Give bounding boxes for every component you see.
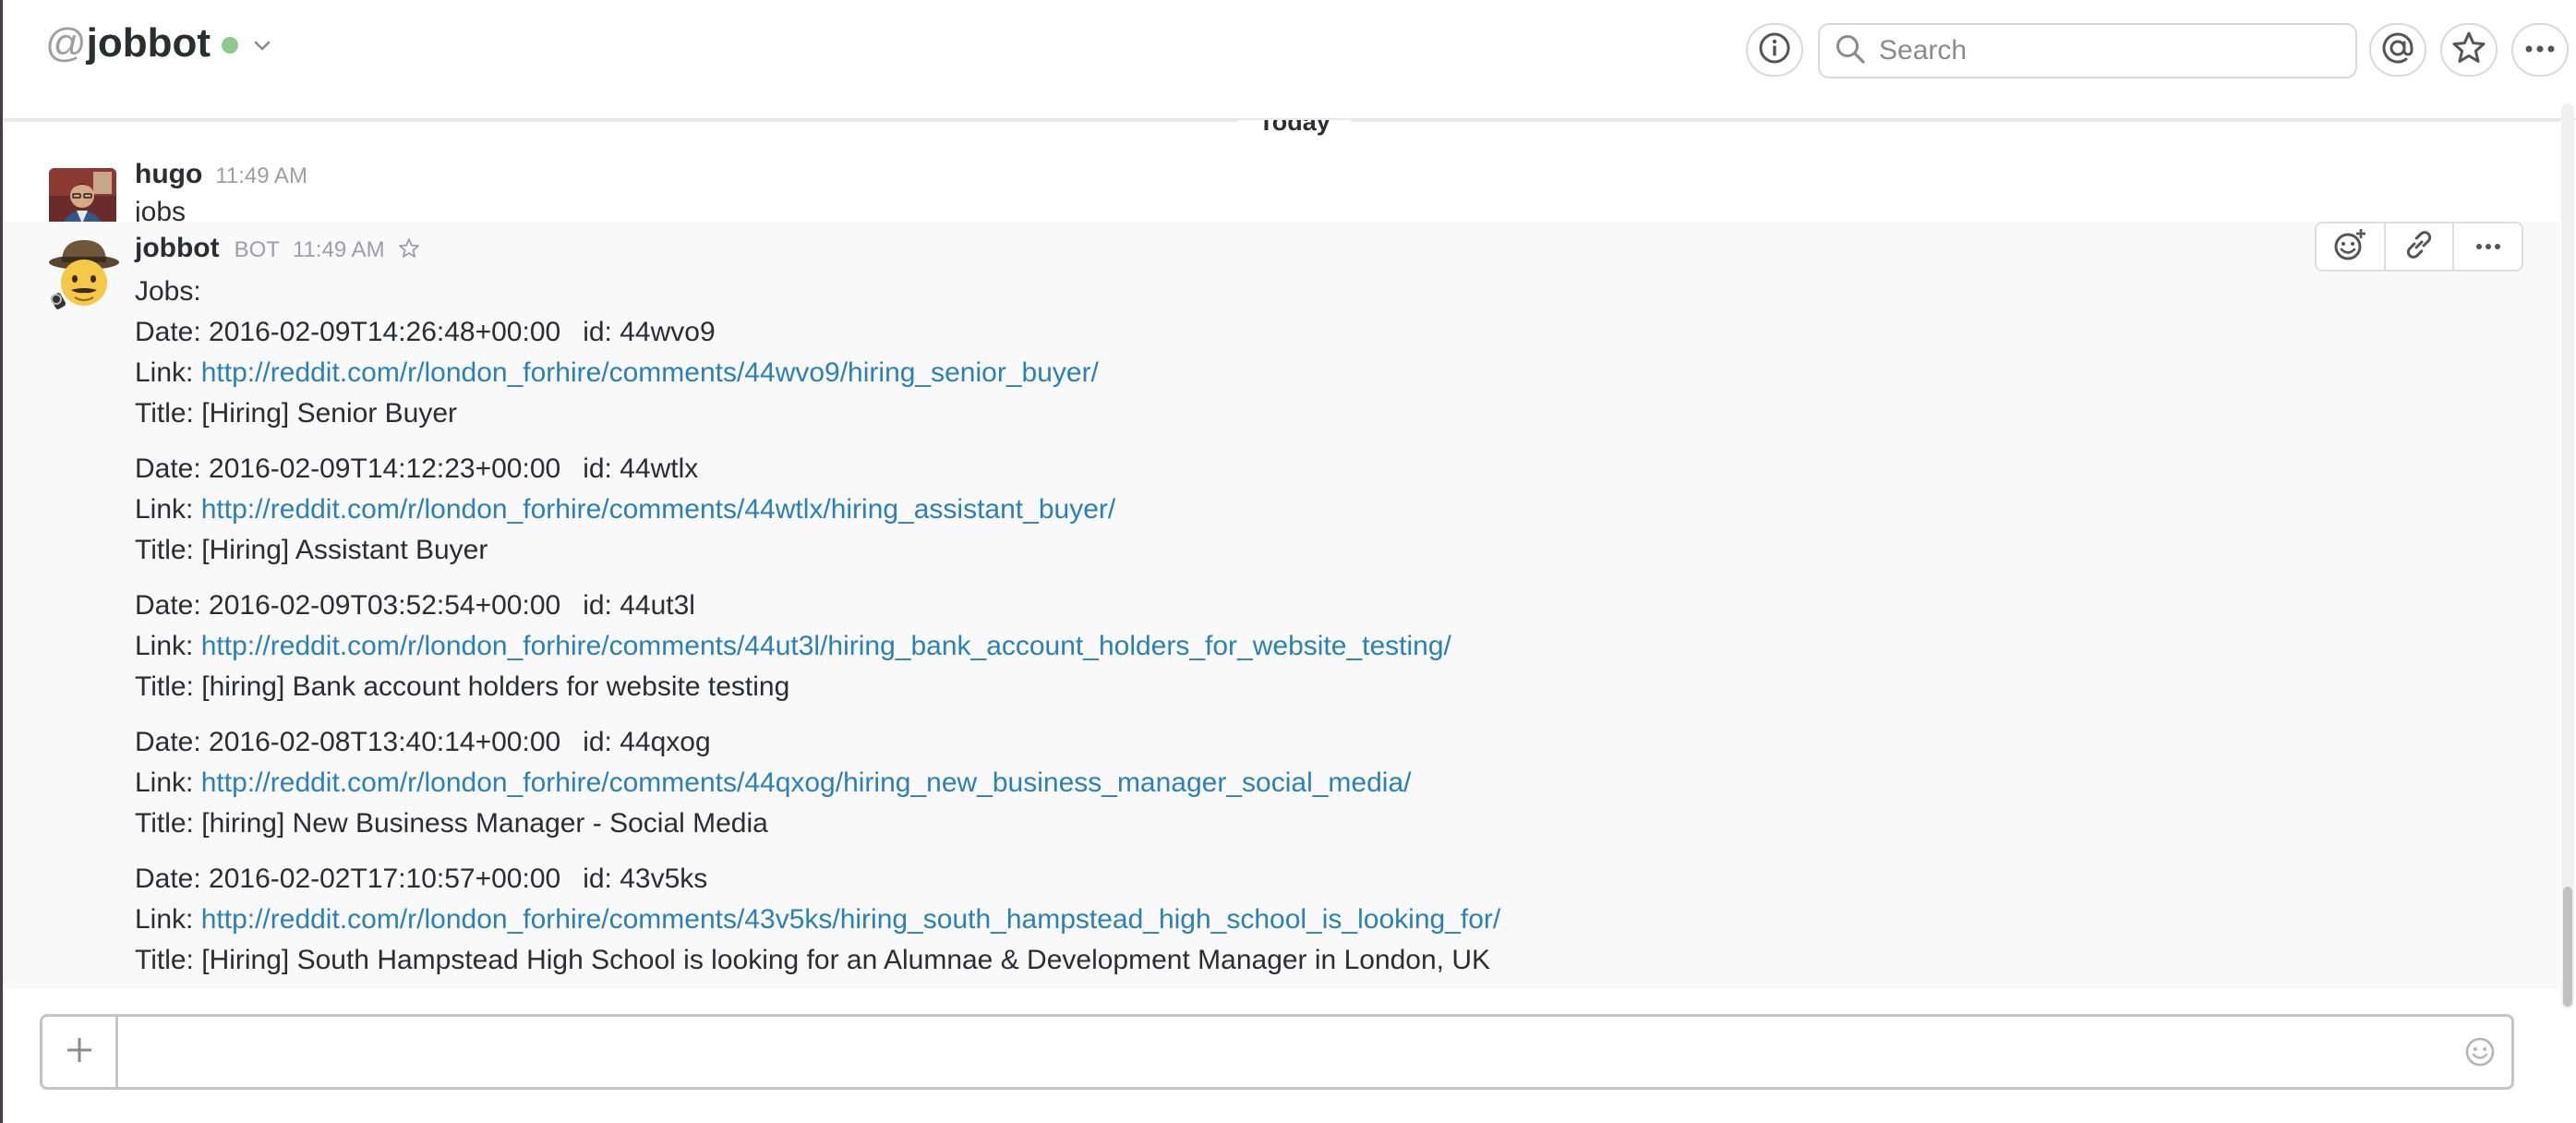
job-link[interactable]: http://reddit.com/r/london_forhire/comme… <box>201 357 1099 388</box>
job-link-prefix: Link: <box>135 357 201 388</box>
job-id: id: 43v5ks <box>583 863 708 894</box>
timestamp[interactable]: 11:49 AM <box>293 237 385 262</box>
message-composer <box>40 1014 2514 1090</box>
search-input[interactable] <box>1879 35 2322 66</box>
mention-icon <box>2379 30 2416 71</box>
job-entry: Date: 2016-02-02T17:10:57+00:00 id: 43v5k… <box>135 859 1500 981</box>
presence-indicator <box>222 37 239 54</box>
bot-badge: BOT <box>234 237 280 262</box>
job-entry: Date: 2016-02-09T03:52:54+00:00 id: 44ut3… <box>135 586 1500 707</box>
timestamp[interactable]: 11:49 AM <box>215 163 307 188</box>
channel-title[interactable]: @ jobbot <box>45 20 271 66</box>
job-title: Title: [hiring] New Business Manager - S… <box>135 808 768 839</box>
scrollbar-track[interactable] <box>2561 103 2574 1008</box>
job-title: Title: [hiring] Bank account holders for… <box>135 671 790 702</box>
job-title: Title: [Hiring] Assistant Buyer <box>135 535 488 565</box>
at-sign: @ <box>45 20 87 66</box>
author-name[interactable]: jobbot <box>135 233 220 263</box>
message: jobbot BOT 11:49 AM Jobs: Date: 2016-02-09… <box>3 222 2560 988</box>
job-link-prefix: Link: <box>135 904 201 935</box>
star-icon <box>2450 30 2487 71</box>
day-divider-label: Today <box>1238 120 1351 140</box>
mentions-button[interactable] <box>2369 23 2426 77</box>
message-actions <box>2315 222 2523 272</box>
search-icon <box>1835 33 1866 69</box>
starred-button[interactable] <box>2440 23 2498 77</box>
day-divider: Today <box>3 120 2560 140</box>
plus-icon <box>65 1035 94 1069</box>
job-date: Date: 2016-02-08T13:40:14+00:00 <box>135 727 561 757</box>
copy-link-button[interactable] <box>2386 223 2455 270</box>
job-id: id: 44ut3l <box>583 590 695 621</box>
job-link[interactable]: http://reddit.com/r/london_forhire/comme… <box>201 631 1451 661</box>
job-id: id: 44qxog <box>583 727 711 757</box>
job-title: Title: [Hiring] South Hampstead High Sch… <box>135 945 1491 975</box>
message-header: hugo 11:49 AM <box>135 159 307 190</box>
channel-name: jobbot <box>86 20 211 66</box>
job-link-prefix: Link: <box>135 494 201 525</box>
job-entry: Date: 2016-02-08T13:40:14+00:00 id: 44qxo… <box>135 722 1500 844</box>
job-date: Date: 2016-02-02T17:10:57+00:00 <box>135 863 561 894</box>
channel-header: @ jobbot <box>3 0 2576 120</box>
job-entry: Date: 2016-02-09T14:12:23+00:00 id: 44wtl… <box>135 449 1500 571</box>
add-reaction-button[interactable] <box>2317 223 2386 270</box>
job-id: id: 44wtlx <box>583 453 699 484</box>
job-link[interactable]: http://reddit.com/r/london_forhire/comme… <box>201 494 1115 525</box>
chevron-down-icon[interactable] <box>253 40 271 57</box>
message-more-button[interactable] <box>2454 223 2522 270</box>
attach-button[interactable] <box>42 1017 118 1087</box>
add-reaction-icon <box>2332 227 2367 267</box>
job-title: Title: [Hiring] Senior Buyer <box>135 398 458 429</box>
jobs-intro: Jobs: <box>135 276 201 307</box>
link-icon <box>2402 228 2436 266</box>
author-name[interactable]: hugo <box>135 159 202 189</box>
job-date: Date: 2016-02-09T14:12:23+00:00 <box>135 453 561 484</box>
info-icon <box>1757 30 1792 70</box>
search-box[interactable] <box>1818 23 2357 78</box>
more-icon <box>2475 238 2501 255</box>
message-header: jobbot BOT 11:49 AM <box>135 233 420 267</box>
job-id: id: 44wvo9 <box>583 317 716 347</box>
scrollbar-thumb[interactable] <box>2563 887 2572 1007</box>
info-button[interactable] <box>1746 23 1803 77</box>
job-date: Date: 2016-02-09T03:52:54+00:00 <box>135 590 561 621</box>
star-icon[interactable] <box>398 235 420 267</box>
more-icon <box>2524 42 2556 58</box>
job-link[interactable]: http://reddit.com/r/london_forhire/comme… <box>201 767 1412 798</box>
job-link-prefix: Link: <box>135 631 201 661</box>
more-button[interactable] <box>2511 23 2569 77</box>
message-input[interactable] <box>135 1032 2406 1072</box>
job-link-prefix: Link: <box>135 767 201 798</box>
job-date: Date: 2016-02-09T14:26:48+00:00 <box>135 317 561 347</box>
job-link[interactable]: http://reddit.com/r/london_forhire/comme… <box>201 904 1501 935</box>
emoji-icon[interactable] <box>2463 1035 2497 1073</box>
message-list: Today hugo 11:49 AM jobs jobbot BOT 11:4… <box>3 120 2560 988</box>
message-body: Jobs: Date: 2016-02-09T14:26:48+00:00 id:… <box>135 272 1500 981</box>
bot-avatar[interactable] <box>47 235 121 312</box>
job-entry: Date: 2016-02-09T14:26:48+00:00 id: 44wvo… <box>135 312 1500 434</box>
